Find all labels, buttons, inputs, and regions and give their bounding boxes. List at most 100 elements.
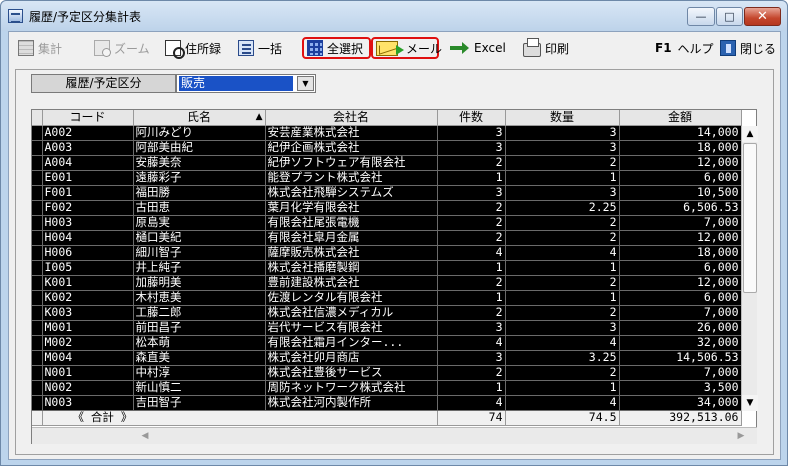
- table-cell[interactable]: 1: [437, 260, 506, 276]
- table-cell[interactable]: 2: [437, 365, 506, 381]
- table-cell[interactable]: 2: [437, 155, 506, 171]
- table-cell[interactable]: 14,000: [619, 125, 742, 141]
- row-header[interactable]: [32, 125, 43, 141]
- close-window-button[interactable]: ✕: [744, 7, 781, 26]
- table-cell[interactable]: N003: [42, 395, 134, 411]
- table-cell[interactable]: 2: [437, 215, 506, 231]
- table-row[interactable]: K002 木村恵美 佐渡レンタル有限会社 1 1 6,000: [32, 290, 742, 306]
- table-cell[interactable]: 7,000: [619, 365, 742, 381]
- table-cell[interactable]: 1: [505, 380, 620, 396]
- scroll-down-icon[interactable]: ▼: [742, 395, 758, 411]
- table-cell[interactable]: 3,500: [619, 380, 742, 396]
- table-cell[interactable]: 18,000: [619, 245, 742, 261]
- table-cell[interactable]: 森直美: [133, 350, 266, 366]
- chevron-down-icon[interactable]: ▼: [297, 76, 314, 91]
- table-row[interactable]: F001 福田勝 株式会社飛騨システムズ 3 3 10,500: [32, 185, 742, 201]
- table-cell[interactable]: 福田勝: [133, 185, 266, 201]
- table-cell[interactable]: 中村淳: [133, 365, 266, 381]
- table-cell[interactable]: 株式会社信濃メディカル: [265, 305, 438, 321]
- table-cell[interactable]: 12,000: [619, 230, 742, 246]
- table-cell[interactable]: 4: [437, 335, 506, 351]
- table-row[interactable]: K003 工藤二郎 株式会社信濃メディカル 2 2 7,000: [32, 305, 742, 321]
- table-cell[interactable]: 3: [437, 320, 506, 336]
- row-header[interactable]: [32, 380, 43, 396]
- row-header[interactable]: [32, 320, 43, 336]
- table-cell[interactable]: 薩摩販売株式会社: [265, 245, 438, 261]
- table-cell[interactable]: H004: [42, 230, 134, 246]
- table-row[interactable]: N003 吉田智子 株式会社河内製作所 4 4 34,000: [32, 395, 742, 411]
- row-header[interactable]: [32, 350, 43, 366]
- table-cell[interactable]: 有限会社尾張電機: [265, 215, 438, 231]
- table-cell[interactable]: 2: [437, 230, 506, 246]
- row-header[interactable]: [32, 155, 43, 171]
- table-row[interactable]: I005 井上純子 株式会社播磨製鋼 1 1 6,000: [32, 260, 742, 276]
- table-cell[interactable]: 原島実: [133, 215, 266, 231]
- table-cell[interactable]: 12,000: [619, 275, 742, 291]
- table-cell[interactable]: 樋口美紀: [133, 230, 266, 246]
- table-cell[interactable]: 株式会社播磨製鋼: [265, 260, 438, 276]
- table-cell[interactable]: 3: [505, 125, 620, 141]
- row-header[interactable]: [32, 395, 43, 411]
- table-cell[interactable]: 工藤二郎: [133, 305, 266, 321]
- filter-dropdown[interactable]: 販売 ▼: [176, 74, 316, 93]
- table-cell[interactable]: 豊前建設株式会社: [265, 275, 438, 291]
- table-cell[interactable]: M002: [42, 335, 134, 351]
- table-cell[interactable]: 2: [437, 200, 506, 216]
- table-cell[interactable]: 松本萌: [133, 335, 266, 351]
- column-header-code[interactable]: コード: [42, 110, 134, 126]
- row-header[interactable]: [32, 185, 43, 201]
- table-cell[interactable]: 吉田智子: [133, 395, 266, 411]
- table-cell[interactable]: 18,000: [619, 140, 742, 156]
- row-header[interactable]: [32, 170, 43, 186]
- table-cell[interactable]: 2.25: [505, 200, 620, 216]
- table-cell[interactable]: 1: [505, 260, 620, 276]
- table-cell[interactable]: 14,506.53: [619, 350, 742, 366]
- table-row[interactable]: H006 細川智子 薩摩販売株式会社 4 4 18,000: [32, 245, 742, 261]
- table-cell[interactable]: 2: [505, 215, 620, 231]
- zoom-button[interactable]: ズーム: [91, 37, 153, 59]
- table-cell[interactable]: 6,506.53: [619, 200, 742, 216]
- table-cell[interactable]: 株式会社飛騨システムズ: [265, 185, 438, 201]
- table-cell[interactable]: 佐渡レンタル有限会社: [265, 290, 438, 306]
- help-button[interactable]: F1 ヘルプ: [652, 37, 717, 59]
- table-row[interactable]: A004 安藤美奈 紀伊ソフトウェア有限会社 2 2 12,000: [32, 155, 742, 171]
- table-cell[interactable]: K002: [42, 290, 134, 306]
- table-cell[interactable]: 葉月化学有限会社: [265, 200, 438, 216]
- print-button[interactable]: 印刷: [520, 37, 572, 59]
- mail-button[interactable]: メール: [371, 37, 442, 59]
- table-cell[interactable]: 2: [505, 365, 620, 381]
- table-cell[interactable]: 有限会社皐月金属: [265, 230, 438, 246]
- table-cell[interactable]: 1: [437, 380, 506, 396]
- table-cell[interactable]: 紀伊企画株式会社: [265, 140, 438, 156]
- table-cell[interactable]: 3: [437, 140, 506, 156]
- table-row[interactable]: N002 新山慎二 周防ネットワーク株式会社 1 1 3,500: [32, 380, 742, 396]
- table-cell[interactable]: 細川智子: [133, 245, 266, 261]
- column-header-name[interactable]: 氏名 ▲: [133, 110, 266, 126]
- table-cell[interactable]: 能登プラント株式会社: [265, 170, 438, 186]
- table-cell[interactable]: 7,000: [619, 305, 742, 321]
- table-cell[interactable]: 7,000: [619, 215, 742, 231]
- scroll-right-icon[interactable]: ▶: [733, 428, 749, 444]
- table-cell[interactable]: 4: [505, 395, 620, 411]
- table-row[interactable]: E001 遠藤彩子 能登プラント株式会社 1 1 6,000: [32, 170, 742, 186]
- scroll-thumb[interactable]: [743, 143, 757, 293]
- table-cell[interactable]: N001: [42, 365, 134, 381]
- row-header[interactable]: [32, 140, 43, 156]
- row-header[interactable]: [32, 305, 43, 321]
- table-cell[interactable]: 新山慎二: [133, 380, 266, 396]
- table-cell[interactable]: 1: [505, 290, 620, 306]
- table-cell[interactable]: 4: [505, 335, 620, 351]
- table-cell[interactable]: 6,000: [619, 170, 742, 186]
- batch-button[interactable]: 一括: [235, 37, 285, 59]
- table-cell[interactable]: 3: [505, 185, 620, 201]
- table-cell[interactable]: 木村恵美: [133, 290, 266, 306]
- table-cell[interactable]: 1: [505, 170, 620, 186]
- table-cell[interactable]: K001: [42, 275, 134, 291]
- title-bar[interactable]: 履歴/予定区分集計表 — □ ✕: [1, 1, 787, 31]
- table-row[interactable]: N001 中村淳 株式会社豊後サービス 2 2 7,000: [32, 365, 742, 381]
- table-cell[interactable]: 井上純子: [133, 260, 266, 276]
- row-header[interactable]: [32, 215, 43, 231]
- table-cell[interactable]: 安藤美奈: [133, 155, 266, 171]
- table-cell[interactable]: 古田恵: [133, 200, 266, 216]
- table-cell[interactable]: 3: [437, 350, 506, 366]
